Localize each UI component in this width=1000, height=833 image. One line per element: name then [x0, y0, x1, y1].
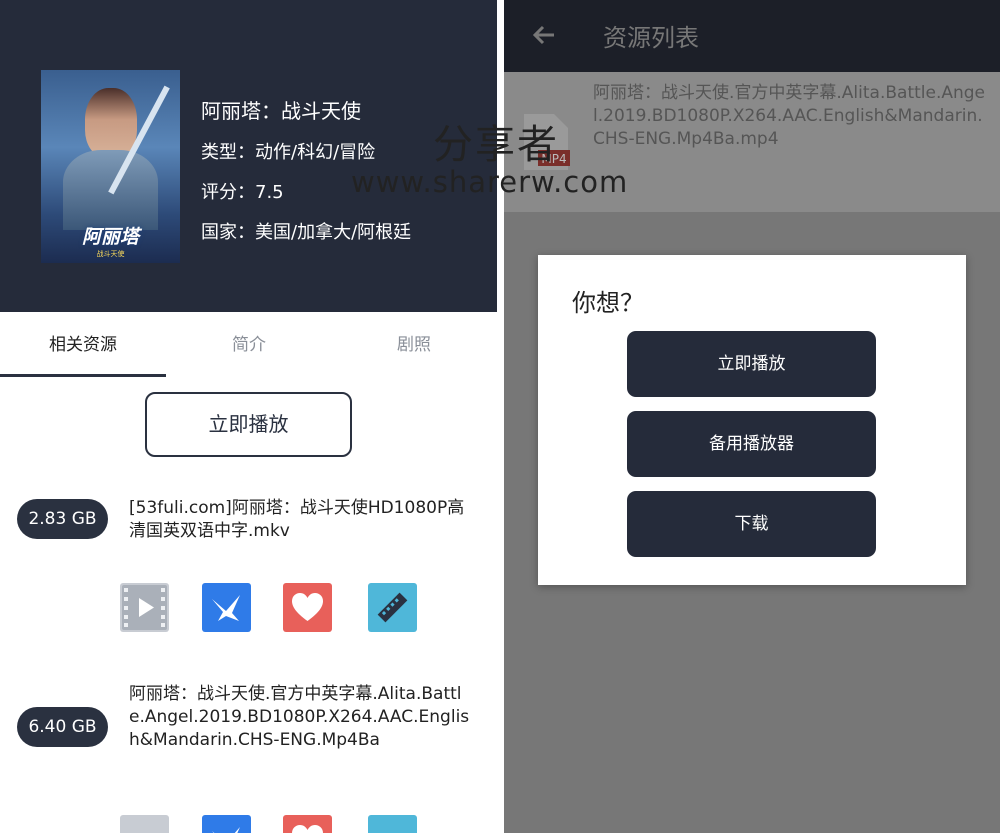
watermark-url: www.sharerw.com: [351, 165, 629, 199]
resource-list-screen: 资源列表 MP4 阿丽塔：战斗天使.官方中英字幕.Alita.Battle.An…: [504, 0, 1000, 833]
page-title: 资源列表: [603, 24, 699, 52]
watermark-text: 分享者: [433, 122, 559, 168]
tab-stills[interactable]: 剧照: [331, 312, 497, 378]
movie-poster[interactable]: 阿丽塔 战斗天使: [41, 70, 180, 263]
film-icon[interactable]: [368, 583, 417, 632]
thunder-bird-icon[interactable]: [202, 583, 251, 632]
action-dialog: 你想？ 立即播放 备用播放器 下载: [538, 255, 966, 585]
back-arrow-icon[interactable]: [528, 19, 560, 51]
tab-related-resources[interactable]: 相关资源: [0, 312, 166, 378]
resource-file-name[interactable]: [53fuli.com]阿丽塔：战斗天使HD1080P高清国英双语中字.mkv: [129, 497, 474, 543]
movie-score: 评分：7.5: [201, 182, 284, 203]
dialog-title: 你想？: [572, 289, 644, 317]
play-now-button[interactable]: 立即播放: [145, 392, 352, 457]
list-item-text: 阿丽塔：战斗天使.官方中英字幕.Alita.Battle.Angel.2019.…: [593, 83, 986, 149]
heart-icon[interactable]: [283, 583, 332, 632]
tab-bar: 相关资源 简介 剧照: [0, 312, 497, 378]
dialog-play-now-button[interactable]: 立即播放: [627, 331, 876, 397]
poster-subtitle: 战斗天使: [96, 250, 125, 258]
tab-intro[interactable]: 简介: [166, 312, 332, 378]
movie-header: 阿丽塔 战斗天使 阿丽塔：战斗天使 类型：动作/科幻/冒险 评分：7.5 国家：…: [0, 0, 497, 312]
movie-genre: 类型：动作/科幻/冒险: [201, 142, 376, 163]
poster-title: 阿丽塔: [81, 226, 139, 248]
movie-detail-screen: 阿丽塔 战斗天使 阿丽塔：战斗天使 类型：动作/科幻/冒险 评分：7.5 国家：…: [0, 0, 497, 833]
dialog-download-button[interactable]: 下载: [627, 491, 876, 557]
video-play-icon[interactable]: [120, 815, 169, 833]
active-tab-indicator: [0, 374, 166, 377]
movie-title: 阿丽塔：战斗天使: [201, 99, 361, 123]
video-play-icon[interactable]: [120, 583, 169, 632]
resource-file-name[interactable]: 阿丽塔：战斗天使.官方中英字幕.Alita.Battle.Angel.2019.…: [129, 683, 474, 752]
file-size-badge: 6.40 GB: [17, 707, 108, 747]
movie-country: 国家：美国/加拿大/阿根廷: [201, 222, 412, 243]
app-bar: 资源列表: [504, 0, 1000, 72]
dialog-backup-player-button[interactable]: 备用播放器: [627, 411, 876, 477]
heart-icon[interactable]: [283, 815, 332, 833]
poster-character-face: [85, 88, 137, 158]
thunder-bird-icon[interactable]: [202, 815, 251, 833]
film-icon[interactable]: [368, 815, 417, 833]
file-size-badge: 2.83 GB: [17, 499, 108, 539]
